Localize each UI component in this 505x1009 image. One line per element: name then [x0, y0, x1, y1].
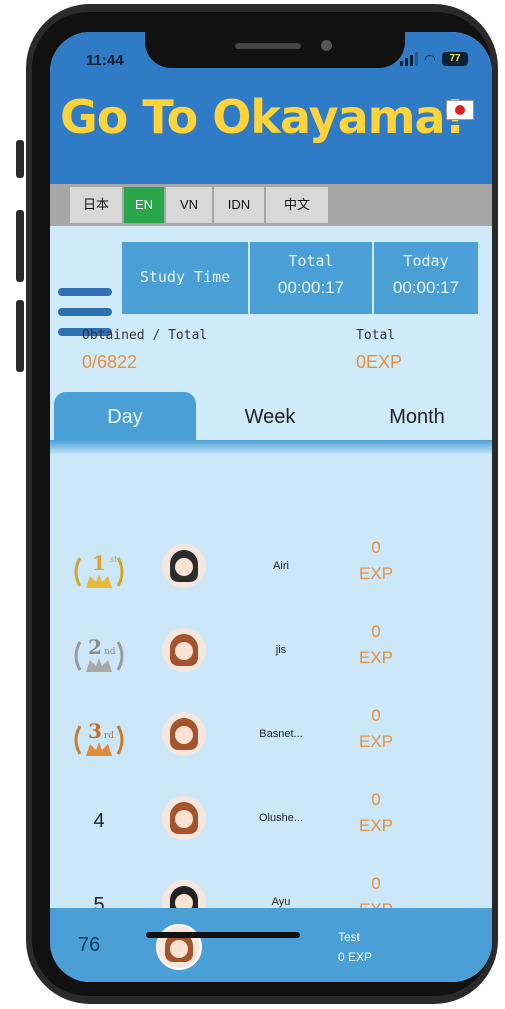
player-exp-unit: EXP: [358, 816, 394, 835]
current-user-bar[interactable]: 76 Test 0 EXP: [50, 908, 492, 982]
player-name: Olushe...: [258, 812, 304, 824]
silver-crown-medal-icon: 2 nd: [74, 635, 124, 672]
gold-crown-medal-icon: 1 st: [74, 551, 124, 588]
player-name: Airi: [273, 560, 289, 572]
svg-text:1: 1: [92, 551, 106, 575]
today-time-value: 00:00:17: [392, 278, 460, 297]
player-exp-value: 0: [371, 538, 381, 557]
avatar: [162, 712, 206, 756]
player-exp-value: 0: [371, 706, 381, 725]
lang-tab-vn[interactable]: VN: [166, 187, 214, 223]
avatar: [162, 796, 206, 840]
language-bar: 日本 EN VN IDN 中文: [50, 184, 492, 226]
total-time-label: Total: [288, 252, 334, 270]
avatar: [162, 628, 206, 672]
total-exp-label: Total: [356, 328, 396, 343]
current-user-rank: 76: [78, 934, 101, 956]
screen: 11:44 ◠ 77 Go To Okayama! 日本 EN VN IDN 中…: [50, 32, 492, 982]
player-exp-value: 0: [371, 874, 381, 893]
current-user-exp: 0 EXP: [338, 950, 373, 964]
player-name: jis: [275, 644, 287, 656]
speaker: [235, 43, 301, 49]
wifi-icon: ◠: [423, 51, 436, 67]
player-exp-value: 0: [371, 790, 381, 809]
tab-day[interactable]: Day: [54, 392, 196, 442]
ranking-row[interactable]: 4 Olushe... 0 EXP: [50, 782, 492, 866]
total-time-value: 00:00:17: [277, 278, 345, 297]
current-user-name: Test: [338, 930, 361, 944]
bronze-crown-medal-icon: 3 rd: [74, 719, 124, 756]
camera: [321, 40, 332, 51]
lang-tab-ja[interactable]: 日本: [70, 187, 124, 223]
svg-text:3: 3: [88, 719, 102, 743]
svg-text:rd: rd: [104, 731, 114, 741]
battery-icon: 77: [442, 52, 468, 66]
volume-up-button: [16, 210, 24, 282]
mute-switch: [16, 140, 24, 178]
notch: [145, 32, 405, 68]
player-exp-value: 0: [371, 622, 381, 641]
obtained-label: Obtained / Total: [82, 328, 208, 343]
volume-down-button: [16, 300, 24, 372]
today-time-label: Today: [403, 252, 449, 270]
signal-icon: [399, 52, 418, 66]
app-title: Go To Okayama!: [60, 90, 466, 144]
player-exp-unit: EXP: [358, 732, 394, 751]
ranking-list: 1 st Airi 0 EXP 2 nd jis 0 EXP 3 rd Basn…: [50, 454, 492, 924]
lang-tab-idn[interactable]: IDN: [214, 187, 266, 223]
ranking-row[interactable]: 1 st Airi 0 EXP: [50, 530, 492, 614]
ranking-row[interactable]: 2 nd jis 0 EXP: [50, 614, 492, 698]
study-time-label-box: Study Time: [122, 242, 248, 314]
lang-tab-zh[interactable]: 中文: [266, 187, 330, 223]
period-tabs: Day Week Month: [50, 392, 492, 442]
ranking-row[interactable]: 3 rd Basnet... 0 EXP: [50, 698, 492, 782]
today-time-box: Today 00:00:17: [374, 242, 478, 314]
status-time: 11:44: [86, 52, 124, 69]
player-name: Ayu: [271, 896, 291, 908]
total-time-box: Total 00:00:17: [250, 242, 372, 314]
home-indicator[interactable]: [146, 932, 300, 938]
svg-text:2: 2: [88, 635, 102, 659]
japan-flag-icon: [446, 100, 474, 120]
status-icons: ◠ 77: [399, 51, 468, 67]
rank-number: 4: [93, 810, 105, 832]
tab-underline: [50, 440, 492, 454]
svg-text:nd: nd: [104, 647, 116, 657]
player-name: Basnet...: [259, 728, 303, 740]
total-exp-value: 0EXP: [356, 352, 403, 372]
tab-month[interactable]: Month: [344, 392, 490, 442]
obtained-value: 0/6822: [82, 352, 138, 372]
svg-text:st: st: [110, 555, 118, 564]
study-time-label: Study Time: [139, 268, 231, 286]
lang-tab-en[interactable]: EN: [124, 187, 166, 223]
current-user-avatar: [156, 924, 202, 970]
avatar: [162, 544, 206, 588]
tab-week[interactable]: Week: [200, 392, 340, 442]
player-exp-unit: EXP: [358, 648, 394, 667]
player-exp-unit: EXP: [358, 564, 394, 583]
